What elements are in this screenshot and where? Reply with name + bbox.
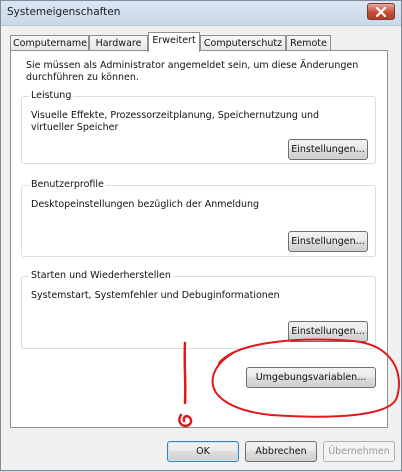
tab-computername[interactable]: Computername [10,35,89,51]
group-profiles-description: Desktopeinstellungen bezüglich der Anmel… [31,199,260,210]
startup-settings-button[interactable]: Einstellungen... [288,321,368,342]
tab-computerschutz[interactable]: Computerschutz [200,35,286,51]
group-performance-description: Visuelle Effekte, Prozessorzeitplanung, … [31,110,320,133]
tab-panel-erweitert: Sie müssen als Administrator angemeldet … [10,50,388,428]
profiles-settings-button[interactable]: Einstellungen... [288,231,368,252]
group-performance: Leistung Visuelle Effekte, Prozessorzeit… [21,90,376,164]
tab-hardware[interactable]: Hardware [89,35,148,51]
apply-button: Übernehmen [323,441,395,462]
close-button[interactable] [367,3,395,20]
ok-button[interactable]: OK [167,441,239,462]
admin-notice: Sie müssen als Administrator angemeldet … [26,60,359,83]
tab-remote[interactable]: Remote [286,35,331,51]
title-bar[interactable]: Systemeigenschaften [1,1,401,26]
cancel-button[interactable]: Abbrechen [245,441,317,462]
tab-erweitert[interactable]: Erweitert [148,32,200,52]
group-profiles: Benutzerprofile Desktopeinstellungen bez… [21,179,376,257]
close-icon [375,6,387,17]
group-performance-legend: Leistung [29,90,74,102]
performance-settings-button[interactable]: Einstellungen... [288,139,368,160]
group-startup: Starten und Wiederherstellen Systemstart… [21,270,376,349]
group-profiles-legend: Benutzerprofile [29,179,106,191]
system-properties-window: Systemeigenschaften Computername Hardwar… [0,0,402,471]
group-startup-legend: Starten und Wiederherstellen [29,270,173,282]
window-title: Systemeigenschaften [7,6,121,18]
environment-variables-button[interactable]: Umgebungsvariablen... [246,367,376,388]
group-startup-description: Systemstart, Systemfehler und Debuginfor… [31,290,280,301]
